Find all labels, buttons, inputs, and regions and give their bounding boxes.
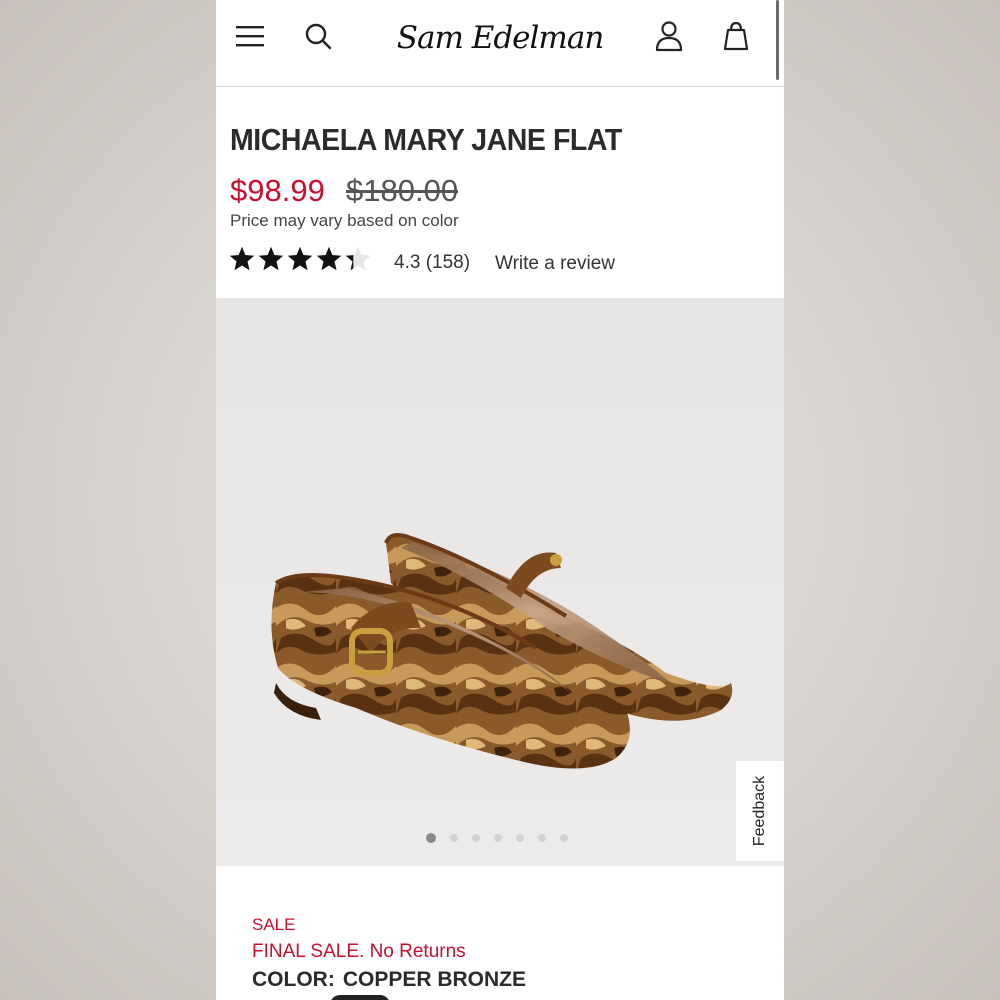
sale-label: SALE	[252, 915, 296, 934]
color-row: COLOR: COPPER BRONZE	[252, 968, 526, 992]
color-value: COPPER BRONZE	[342, 968, 527, 991]
write-review-link[interactable]: Write a review	[495, 253, 615, 275]
user-icon[interactable]	[651, 18, 687, 54]
sale-price: $98.99	[230, 173, 325, 208]
search-icon[interactable]	[300, 18, 336, 54]
page-scrollbar[interactable]	[776, 0, 779, 80]
pagination-dot[interactable]	[560, 834, 568, 842]
partial-star-icon	[345, 246, 371, 271]
rating-stars[interactable]	[228, 245, 373, 281]
final-sale-notice: FINAL SALE. No Returns	[252, 941, 466, 962]
product-title: MICHAELA MARY JANE FLAT	[230, 122, 622, 157]
pagination-dot[interactable]	[450, 834, 458, 842]
pagination-dot[interactable]	[494, 834, 502, 842]
product-image-gallery[interactable]	[216, 298, 784, 866]
feedback-label: Feedback	[751, 775, 769, 847]
hamburger-menu-icon[interactable]	[232, 18, 268, 54]
pagination-dot[interactable]	[516, 834, 524, 842]
original-price: $180.00	[346, 173, 459, 208]
color-label: COLOR:	[252, 968, 335, 991]
feedback-tab[interactable]: Feedback	[736, 761, 784, 861]
star-icon	[316, 246, 342, 271]
mary-jane-flats-image	[271, 532, 733, 769]
gallery-pagination	[426, 833, 568, 843]
front-shoe	[271, 573, 630, 769]
pagination-dot[interactable]	[538, 834, 546, 842]
star-icon	[229, 246, 255, 271]
rating-summary[interactable]: 4.3 (158)	[394, 252, 470, 274]
star-icon	[258, 246, 284, 271]
color-swatch[interactable]	[330, 995, 390, 1000]
star-icon	[287, 246, 313, 271]
shopping-bag-icon[interactable]	[718, 18, 754, 54]
pagination-dot[interactable]	[472, 834, 480, 842]
site-header: Sam Edelman	[216, 0, 784, 87]
price-note: Price may vary based on color	[230, 211, 459, 230]
product-page: Sam Edelman MICHAELA MARY JANE FLAT $98.…	[216, 0, 784, 1000]
brand-logo[interactable]: Sam Edelman	[397, 10, 605, 66]
pagination-dot[interactable]	[426, 833, 436, 843]
